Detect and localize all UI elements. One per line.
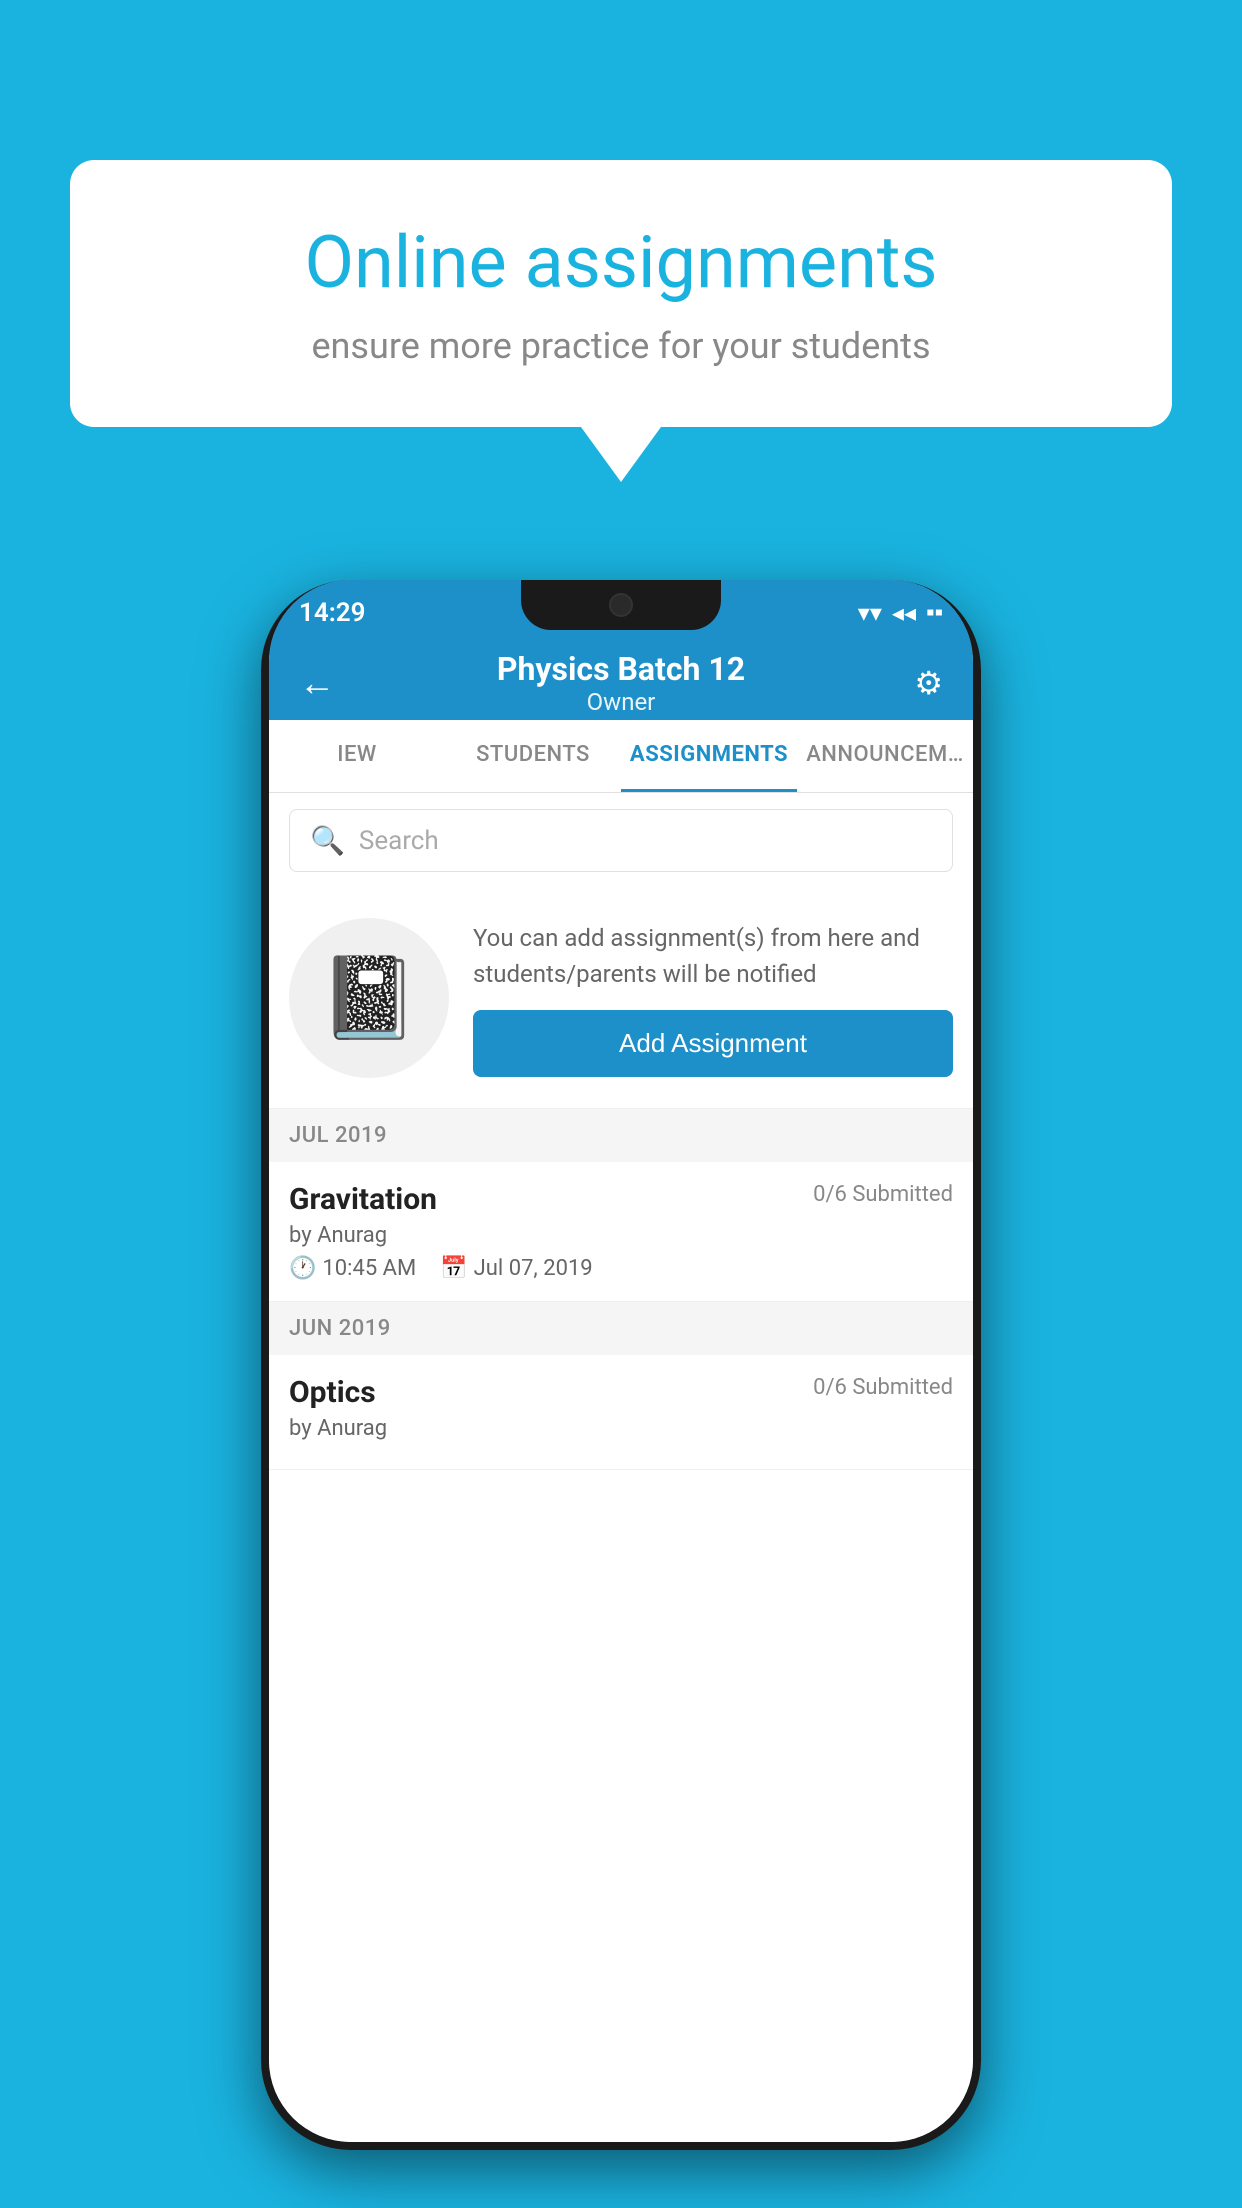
add-assignment-section: 📓 You can add assignment(s) from here an…: [269, 888, 973, 1109]
add-assignment-right: You can add assignment(s) from here and …: [473, 920, 953, 1077]
search-bar[interactable]: 🔍 Search: [289, 809, 953, 872]
assignment-optics[interactable]: Optics 0/6 Submitted by Anurag: [269, 1355, 973, 1470]
add-assignment-button[interactable]: Add Assignment: [473, 1010, 953, 1077]
assignment-name-gravitation: Gravitation: [289, 1182, 437, 1217]
phone-mockup: 14:29 ▾▾ ◂◂ ▪▪ ← Physics Batch 12 Owner …: [261, 580, 981, 2150]
assignment-gravitation[interactable]: Gravitation 0/6 Submitted by Anurag 🕐 10…: [269, 1162, 973, 1302]
assignment-row-top: Gravitation 0/6 Submitted: [289, 1182, 953, 1217]
speech-bubble-subtitle: ensure more practice for your students: [140, 325, 1102, 367]
assignment-date-gravitation: 📅 Jul 07, 2019: [440, 1256, 592, 1281]
search-icon: 🔍: [310, 824, 345, 857]
header-center: Physics Batch 12 Owner: [349, 650, 893, 716]
phone-notch: [521, 580, 721, 630]
signal-icon: ◂◂: [892, 599, 916, 627]
settings-button[interactable]: ⚙: [893, 664, 943, 702]
header-subtitle: Owner: [349, 688, 893, 716]
status-icons: ▾▾ ◂◂ ▪▪: [858, 598, 943, 627]
back-button[interactable]: ←: [299, 662, 349, 704]
content-area: 🔍 Search 📓 You can add assignment(s) fro…: [269, 793, 973, 2142]
status-time: 14:29: [299, 598, 366, 628]
assignment-time-gravitation: 🕐 10:45 AM: [289, 1256, 416, 1281]
section-header-jul: JUL 2019: [269, 1109, 973, 1162]
clock-icon: 🕐: [289, 1256, 316, 1281]
calendar-icon: 📅: [440, 1256, 467, 1281]
notebook-icon: 📓: [319, 951, 419, 1045]
assignment-submitted-optics: 0/6 Submitted: [813, 1375, 953, 1400]
tabs-bar: IEW STUDENTS ASSIGNMENTS ANNOUNCEM…: [269, 720, 973, 793]
search-container: 🔍 Search: [269, 793, 973, 888]
screen: 14:29 ▾▾ ◂◂ ▪▪ ← Physics Batch 12 Owner …: [269, 580, 973, 2142]
tab-iew[interactable]: IEW: [269, 720, 445, 792]
assignment-name-optics: Optics: [289, 1375, 376, 1410]
assignment-row-top-optics: Optics 0/6 Submitted: [289, 1375, 953, 1410]
phone-outer: 14:29 ▾▾ ◂◂ ▪▪ ← Physics Batch 12 Owner …: [261, 580, 981, 2150]
speech-bubble-arrow: [581, 427, 661, 482]
speech-bubble-section: Online assignments ensure more practice …: [70, 160, 1172, 482]
assignment-submitted-gravitation: 0/6 Submitted: [813, 1182, 953, 1207]
speech-bubble-title: Online assignments: [140, 220, 1102, 305]
search-placeholder: Search: [359, 826, 439, 856]
add-assignment-description: You can add assignment(s) from here and …: [473, 920, 953, 992]
speech-bubble: Online assignments ensure more practice …: [70, 160, 1172, 427]
assignment-meta-gravitation: 🕐 10:45 AM 📅 Jul 07, 2019: [289, 1256, 953, 1281]
assignment-by-gravitation: by Anurag: [289, 1223, 953, 1248]
wifi-icon: ▾▾: [858, 599, 882, 627]
tab-announcements[interactable]: ANNOUNCEM…: [797, 720, 973, 792]
tab-assignments[interactable]: ASSIGNMENTS: [621, 720, 797, 792]
time-value: 10:45 AM: [322, 1256, 416, 1281]
tab-students[interactable]: STUDENTS: [445, 720, 621, 792]
assignment-icon-circle: 📓: [289, 918, 449, 1078]
phone-camera: [609, 593, 633, 617]
header-title: Physics Batch 12: [349, 650, 893, 688]
section-header-jun: JUN 2019: [269, 1302, 973, 1355]
date-value: Jul 07, 2019: [474, 1256, 593, 1281]
battery-icon: ▪▪: [926, 598, 943, 627]
assignment-by-optics: by Anurag: [289, 1416, 953, 1441]
